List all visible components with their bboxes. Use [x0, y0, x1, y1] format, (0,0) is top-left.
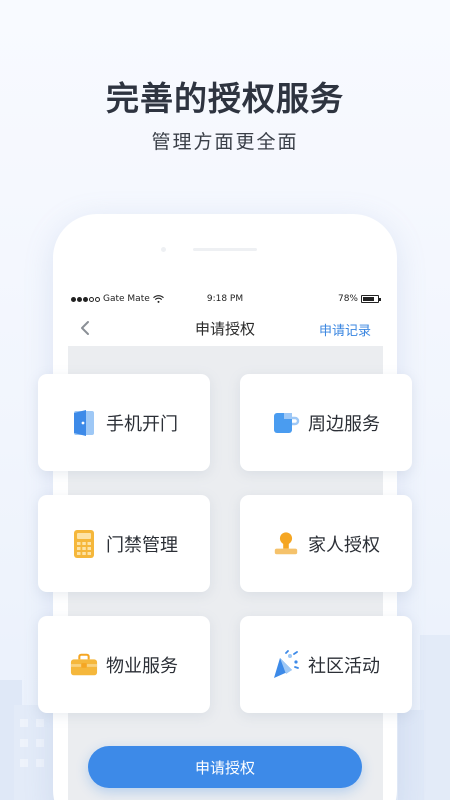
stamp-icon	[272, 530, 300, 558]
service-card-phone-door[interactable]: 手机开门	[38, 374, 210, 471]
door-icon	[70, 409, 98, 437]
service-label: 门禁管理	[106, 534, 178, 556]
keypad-icon	[70, 529, 98, 558]
cup-icon	[272, 409, 300, 437]
service-label: 手机开门	[106, 413, 178, 435]
apply-authorization-button[interactable]: 申请授权	[88, 746, 362, 788]
party-popper-icon	[272, 649, 300, 679]
service-card-community[interactable]: 社区活动	[240, 616, 412, 713]
battery-icon	[361, 295, 381, 303]
service-label: 家人授权	[308, 534, 380, 556]
promo-title: 完善的授权服务	[106, 79, 344, 118]
toolbox-icon	[70, 651, 98, 679]
service-label: 社区活动	[308, 655, 380, 677]
nav-bar: 申请授权 申请记录	[53, 314, 397, 346]
service-card-property[interactable]: 物业服务	[38, 616, 210, 713]
status-bar: Gate Mate 9:18 PM 78%	[53, 294, 397, 308]
apply-records-link[interactable]: 申请记录	[319, 320, 371, 339]
service-label: 周边服务	[308, 413, 380, 435]
phone-camera	[161, 247, 166, 252]
battery-percent: 78%	[337, 294, 358, 304]
service-card-family-auth[interactable]: 家人授权	[240, 495, 412, 592]
service-label: 物业服务	[106, 655, 178, 677]
service-card-nearby[interactable]: 周边服务	[240, 374, 412, 471]
service-card-access-control[interactable]: 门禁管理	[38, 495, 210, 592]
phone-speaker	[193, 248, 257, 251]
promo-subtitle: 管理方面更全面	[151, 131, 299, 153]
